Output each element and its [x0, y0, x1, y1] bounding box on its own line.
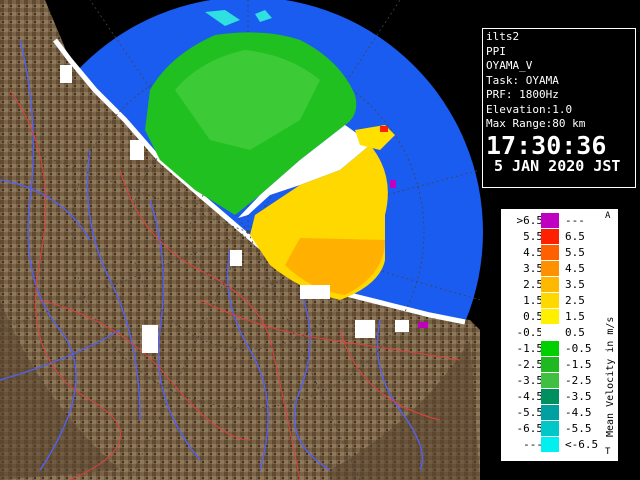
legend-swatch — [541, 229, 559, 244]
radar-info-panel: ilts2 PPI OYAMA_V Task: OYAMA PRF: 1800H… — [482, 28, 636, 188]
legend-row-low: >6.5 — [516, 214, 544, 227]
legend-swatch — [541, 261, 559, 276]
legend-row: -3.5 -2.5 — [501, 373, 601, 388]
legend-row-low: -5.5 — [516, 406, 544, 419]
max-range-label: Max Range:80 km — [486, 117, 586, 130]
echo-strong-cell — [380, 126, 388, 132]
legend-swatch — [541, 245, 559, 260]
legend-row-low: -3.5 — [516, 374, 544, 387]
legend-row-high: 4.5 — [565, 262, 585, 275]
legend-row-high: 0.5 — [565, 326, 585, 339]
legend-row-high: --- — [565, 214, 585, 227]
legend-row: --- <-6.5 — [501, 437, 601, 452]
legend-row-low: -6.5 — [516, 422, 544, 435]
legend-row-high: 6.5 — [565, 230, 585, 243]
legend-unit: Mean Velocity in m/s — [601, 264, 617, 439]
legend-swatch — [541, 357, 559, 372]
legend-row-high: -5.5 — [565, 422, 592, 435]
legend-swatch — [541, 341, 559, 356]
legend-row-high: 3.5 — [565, 278, 585, 291]
legend-swatch — [541, 373, 559, 388]
legend-swatch — [541, 437, 559, 452]
legend-swatch — [541, 421, 559, 436]
legend-row: 0.5 1.5 — [501, 309, 601, 324]
legend-row: -0.5 0.5 — [501, 325, 601, 340]
legend-row-high: 1.5 — [565, 310, 585, 323]
task-label: Task: OYAMA — [486, 73, 559, 87]
legend-row-low: -4.5 — [516, 390, 544, 403]
legend-corner-top: A — [605, 211, 611, 221]
legend-swatch — [541, 405, 559, 420]
legend-swatch — [541, 277, 559, 292]
legend-row: 1.5 2.5 — [501, 293, 601, 308]
legend-row: -5.5 -4.5 — [501, 405, 601, 420]
product-name: OYAMA_V — [486, 59, 533, 72]
legend-row-high: -0.5 — [565, 342, 592, 355]
legend-row: 5.5 6.5 — [501, 229, 601, 244]
legend-row: 2.5 3.5 — [501, 277, 601, 292]
legend-row-high: <-6.5 — [565, 438, 599, 451]
legend-row-high: 2.5 — [565, 294, 585, 307]
velocity-legend: A >6.5 --- 5.5 6.5 4.5 5.5 3.5 4.5 2.5 3.5 1.5 2.5 0… — [500, 208, 619, 462]
legend-row: 3.5 4.5 — [501, 261, 601, 276]
legend-row-low: -1.5 — [516, 342, 544, 355]
legend-swatch — [541, 309, 559, 324]
legend-row: -1.5 -0.5 — [501, 341, 601, 356]
legend-swatch — [541, 213, 559, 228]
legend-row: -6.5 -5.5 — [501, 421, 601, 436]
legend-row-high: -3.5 — [565, 390, 592, 403]
prf-label: PRF: 1800Hz — [486, 88, 559, 101]
legend-swatch — [541, 293, 559, 308]
unit-label: Mean Velocity in m/s — [605, 316, 616, 437]
product-type: PPI — [486, 44, 506, 58]
legend-row: >6.5 --- — [501, 213, 601, 228]
legend-row-low: -2.5 — [516, 358, 544, 371]
scan-date: 5 JAN 2020 JST — [494, 156, 621, 175]
legend-row: 4.5 5.5 — [501, 245, 601, 260]
legend-row-high: -1.5 — [565, 358, 592, 371]
legend-row-low: -0.5 — [516, 326, 544, 339]
echo-purple-cell — [390, 180, 396, 188]
system-name: ilts2 — [486, 30, 520, 43]
legend-row-high: -2.5 — [565, 374, 592, 387]
legend-swatch — [541, 389, 559, 404]
legend-row: -2.5 -1.5 — [501, 357, 601, 372]
elevation-label: Elevation:1.0 — [486, 102, 573, 116]
scan-time: 17:30:36 — [486, 130, 607, 160]
legend-row-high: 5.5 — [565, 246, 585, 259]
legend-row-high: -4.5 — [565, 406, 592, 419]
legend-corner-bottom: T — [605, 447, 611, 457]
legend-row: -4.5 -3.5 — [501, 389, 601, 404]
legend-swatch — [541, 325, 559, 340]
echo-purple-cell-2 — [418, 322, 428, 328]
